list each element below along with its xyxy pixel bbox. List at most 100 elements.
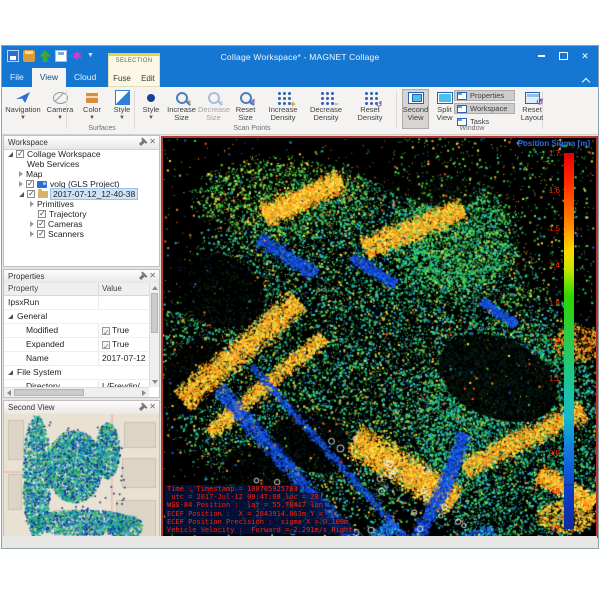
ribbon-group-label: Window xyxy=(460,125,485,132)
tree-item-volg-gls-project-[interactable]: volg (GLS Project) xyxy=(4,179,159,189)
tree-item-scanners[interactable]: Scanners xyxy=(4,229,159,239)
close-icon[interactable]: ✕ xyxy=(149,138,156,146)
property-row-directory[interactable]: DirectoryL/Freydin/_ xyxy=(4,380,149,387)
property-row-general[interactable]: General xyxy=(4,310,149,324)
workspace-panel-header: Workspace ✕ xyxy=(4,136,159,150)
contextual-group-title: SELECTION xyxy=(108,58,160,64)
properties-column-headers: Property Value xyxy=(4,283,149,296)
property-row-ipsxrun[interactable]: IpsxRun xyxy=(4,296,149,310)
color-button[interactable]: Color▼ xyxy=(78,89,106,129)
legend-tick: 1.7 xyxy=(532,149,560,158)
pin-icon[interactable] xyxy=(139,138,146,145)
workspace-panel-title: Workspace xyxy=(8,138,48,147)
toggle-properties-button[interactable]: Properties xyxy=(454,90,515,101)
checkbox[interactable] xyxy=(16,150,24,158)
tab-cloud[interactable]: Cloud xyxy=(66,68,104,87)
camera-blue-icon xyxy=(37,181,47,188)
magnifier-reset-icon: ↺ xyxy=(240,92,252,104)
legend-tick: 1.6 xyxy=(532,186,560,195)
tree-item-collage-workspace[interactable]: Collage Workspace xyxy=(4,149,159,159)
tree-item-primitives[interactable]: Primitives xyxy=(4,199,159,209)
properties-panel: Properties ✕ Property Value IpsxRunGener… xyxy=(3,269,160,398)
contextual-tab-group: SELECTION Fuse Edit xyxy=(108,53,160,87)
camera-button[interactable]: Camera▼ xyxy=(44,89,76,129)
value-checkbox[interactable] xyxy=(102,327,110,335)
tab-view[interactable]: View xyxy=(32,68,66,87)
tree-item-map[interactable]: Map xyxy=(4,169,159,179)
navigation-button[interactable]: Navigation▼ xyxy=(4,89,42,129)
reset-size-button[interactable]: ↺ResetSize xyxy=(230,89,261,129)
title-bar: ✱ ▼ Collage Workspace* - MAGNET Collage … xyxy=(2,46,598,68)
close-icon[interactable]: ✕ xyxy=(149,272,156,280)
color-scale-bar xyxy=(564,153,574,529)
legend-tick: 0.9 xyxy=(532,449,560,458)
legend-tick: 1 xyxy=(532,412,560,421)
contextual-tab-edit[interactable]: Edit xyxy=(141,72,155,86)
second-view-map[interactable] xyxy=(4,414,159,545)
property-row-modified[interactable]: ModifiedTrue xyxy=(4,324,149,338)
style-button[interactable]: Style▼ xyxy=(108,89,136,129)
minimize-button[interactable] xyxy=(530,48,552,64)
checkbox[interactable] xyxy=(26,180,34,188)
pin-icon[interactable] xyxy=(139,403,146,410)
reset-density-button[interactable]: ↺ResetDensity xyxy=(349,89,391,129)
second-view-panel-title: Second View xyxy=(8,403,55,412)
increase-size-button[interactable]: +IncreaseSize xyxy=(166,89,197,129)
column-header-property[interactable]: Property xyxy=(4,283,99,295)
checkbox[interactable] xyxy=(27,190,35,198)
maximize-button[interactable] xyxy=(552,48,574,64)
tree-item-2017-07-12-12-40-38[interactable]: 2017-07-12_12-40-38 xyxy=(4,189,159,199)
column-header-value[interactable]: Value xyxy=(99,283,149,295)
tree-item-label: 2017-07-12_12-40-38 xyxy=(51,189,137,199)
checkbox[interactable] xyxy=(38,210,46,218)
horizontal-scrollbar[interactable] xyxy=(4,387,149,397)
run-folder-icon xyxy=(38,191,48,198)
tree-item-label: Trajectory xyxy=(49,209,86,219)
properties-panel-title: Properties xyxy=(8,272,44,281)
pin-icon[interactable] xyxy=(139,272,146,279)
tree-item-label: Cameras xyxy=(48,219,82,229)
increase-density-button[interactable]: +IncreaseDensity xyxy=(263,89,303,129)
checkbox[interactable] xyxy=(37,220,45,228)
close-icon[interactable]: ✕ xyxy=(149,403,156,411)
main-viewport: Position Sigma [m] 1.71.61.51.41.31.21.1… xyxy=(161,136,598,538)
legend-tick: 1.1 xyxy=(532,374,560,383)
expander-icon[interactable] xyxy=(19,171,23,177)
close-button[interactable]: ✕ xyxy=(574,48,596,64)
property-row-expanded[interactable]: ExpandedTrue xyxy=(4,338,149,352)
checkbox[interactable] xyxy=(37,230,45,238)
expander-icon[interactable] xyxy=(30,231,34,237)
telemetry-overlay: Time : Timestamp = 108705925763 utc = 20… xyxy=(165,485,354,534)
legend-tick: 0.7 xyxy=(532,525,560,534)
tab-file[interactable]: File xyxy=(2,68,32,87)
tree-item-trajectory[interactable]: Trajectory xyxy=(4,209,159,219)
ribbon-group-label: Surfaces xyxy=(88,125,116,132)
toggle-workspace-button[interactable]: Workspace xyxy=(454,103,515,114)
contextual-accent-bar xyxy=(108,53,160,56)
value-checkbox[interactable] xyxy=(102,341,110,349)
property-row-name[interactable]: Name2017-07-12 xyxy=(4,352,149,366)
property-row-file-system[interactable]: File System xyxy=(4,366,149,380)
workspace-window-icon xyxy=(457,105,467,113)
reset-layout-button[interactable]: ResetLayout xyxy=(516,89,548,129)
tree-item-label: Scanners xyxy=(48,229,84,239)
expander-icon[interactable] xyxy=(30,221,34,227)
tree-item-label: Primitives xyxy=(37,199,74,209)
contextual-tab-fuse[interactable]: Fuse xyxy=(113,72,131,86)
telemetry-line: utc = 2017-Jul-12 09:47:08 loc = 20 xyxy=(165,493,321,501)
reset-layout-icon xyxy=(525,92,540,104)
tree-item-web-services[interactable]: Web Services xyxy=(4,159,159,169)
style-button[interactable]: Style▼ xyxy=(138,89,164,129)
expander-icon[interactable] xyxy=(30,201,34,207)
vertical-scrollbar[interactable] xyxy=(149,283,159,387)
magnifier-minus-icon: − xyxy=(208,92,220,104)
decrease-density-button[interactable]: −DecreaseDensity xyxy=(305,89,347,129)
telemetry-line: ECEF Position : X = 2843914.863m Y = xyxy=(165,510,325,518)
expander-icon[interactable] xyxy=(19,181,23,187)
window-bottom-strip xyxy=(3,536,597,548)
expander-icon[interactable] xyxy=(19,192,24,197)
tree-item-cameras[interactable]: Cameras xyxy=(4,219,159,229)
expander-icon[interactable] xyxy=(8,152,13,157)
ribbon-group-label: Scan Points xyxy=(233,125,270,132)
second-view-button[interactable]: SecondView xyxy=(402,89,429,129)
